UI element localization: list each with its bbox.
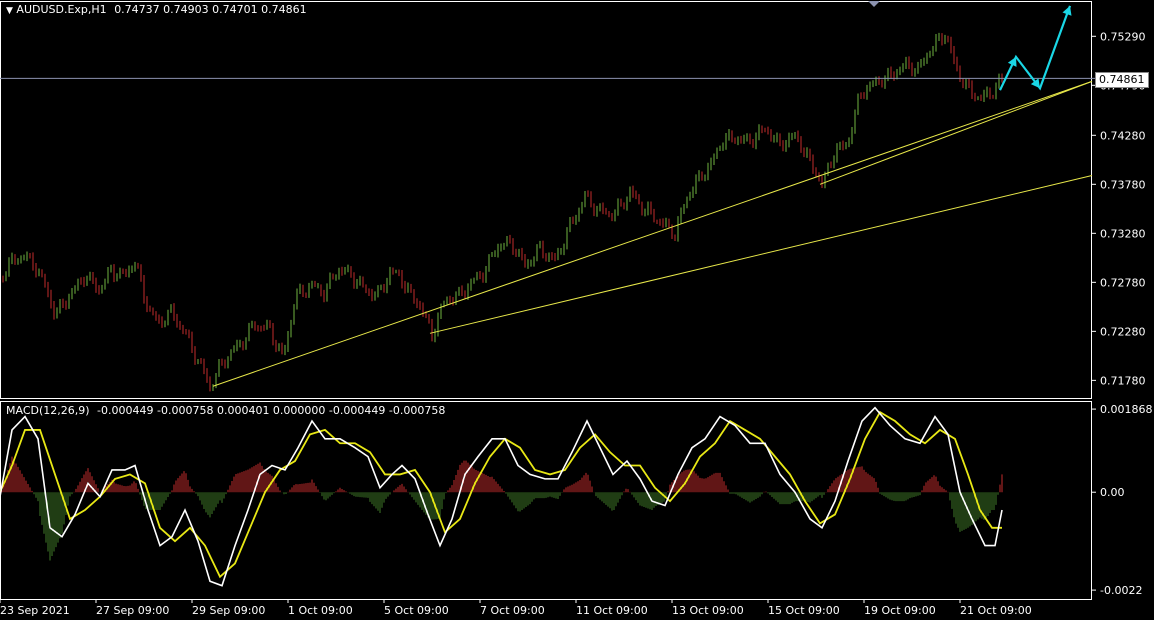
trendline — [212, 80, 1093, 387]
price-axis-label: 0.74280 — [1100, 129, 1146, 142]
time-axis-label: 15 Oct 09:00 — [768, 604, 840, 617]
ohlc-values: 0.74737 0.74903 0.74701 0.74861 — [114, 3, 307, 16]
time-axis-label: 29 Sep 09:00 — [192, 604, 265, 617]
trendline — [429, 174, 1093, 334]
time-axis-label: 1 Oct 09:00 — [288, 604, 353, 617]
price-axis-label: 0.73280 — [1100, 227, 1146, 240]
time-axis-label: 27 Sep 09:00 — [96, 604, 169, 617]
price-axis-label: 0.72280 — [1100, 325, 1146, 338]
chart-shift-icon — [868, 1, 880, 7]
macd-axis-label: 0.001868 — [1100, 403, 1153, 416]
chart-header: ▼ AUDUSD.Exp,H1 0.74737 0.74903 0.74701 … — [6, 3, 307, 16]
time-axis-label: 23 Sep 2021 — [0, 604, 70, 617]
price-pane-frame — [0, 1, 1092, 399]
macd-label: MACD(12,26,9) — [6, 404, 90, 417]
price-axis-label: 0.73780 — [1100, 178, 1146, 191]
price-axis-label: 0.72780 — [1100, 276, 1146, 289]
time-axis-label: 21 Oct 09:00 — [960, 604, 1032, 617]
macd-header: MACD(12,26,9) -0.000449 -0.000758 0.0004… — [6, 404, 445, 417]
current-price-tag: 0.74861 — [1095, 72, 1149, 88]
symbol-timeframe: AUDUSD.Exp,H1 — [16, 3, 107, 16]
time-axis-label: 7 Oct 09:00 — [480, 604, 545, 617]
macd-axis-label: 0.00 — [1100, 486, 1125, 499]
time-axis-label: 13 Oct 09:00 — [672, 604, 744, 617]
time-axis-label: 11 Oct 09:00 — [576, 604, 648, 617]
price-axis-label: 0.71780 — [1100, 374, 1146, 387]
price-axis-label: 0.75290 — [1100, 30, 1146, 43]
projection-path — [999, 5, 1072, 91]
time-axis-label: 5 Oct 09:00 — [384, 604, 449, 617]
macd-values: -0.000449 -0.000758 0.000401 0.000000 -0… — [97, 404, 446, 417]
macd-axis-label: -0.0022 — [1100, 584, 1142, 597]
time-axis-label: 19 Oct 09:00 — [864, 604, 936, 617]
chart-svg[interactable]: 0.752900.747900.742800.737800.732800.727… — [0, 0, 1154, 620]
menu-triangle-icon[interactable]: ▼ — [6, 6, 13, 16]
